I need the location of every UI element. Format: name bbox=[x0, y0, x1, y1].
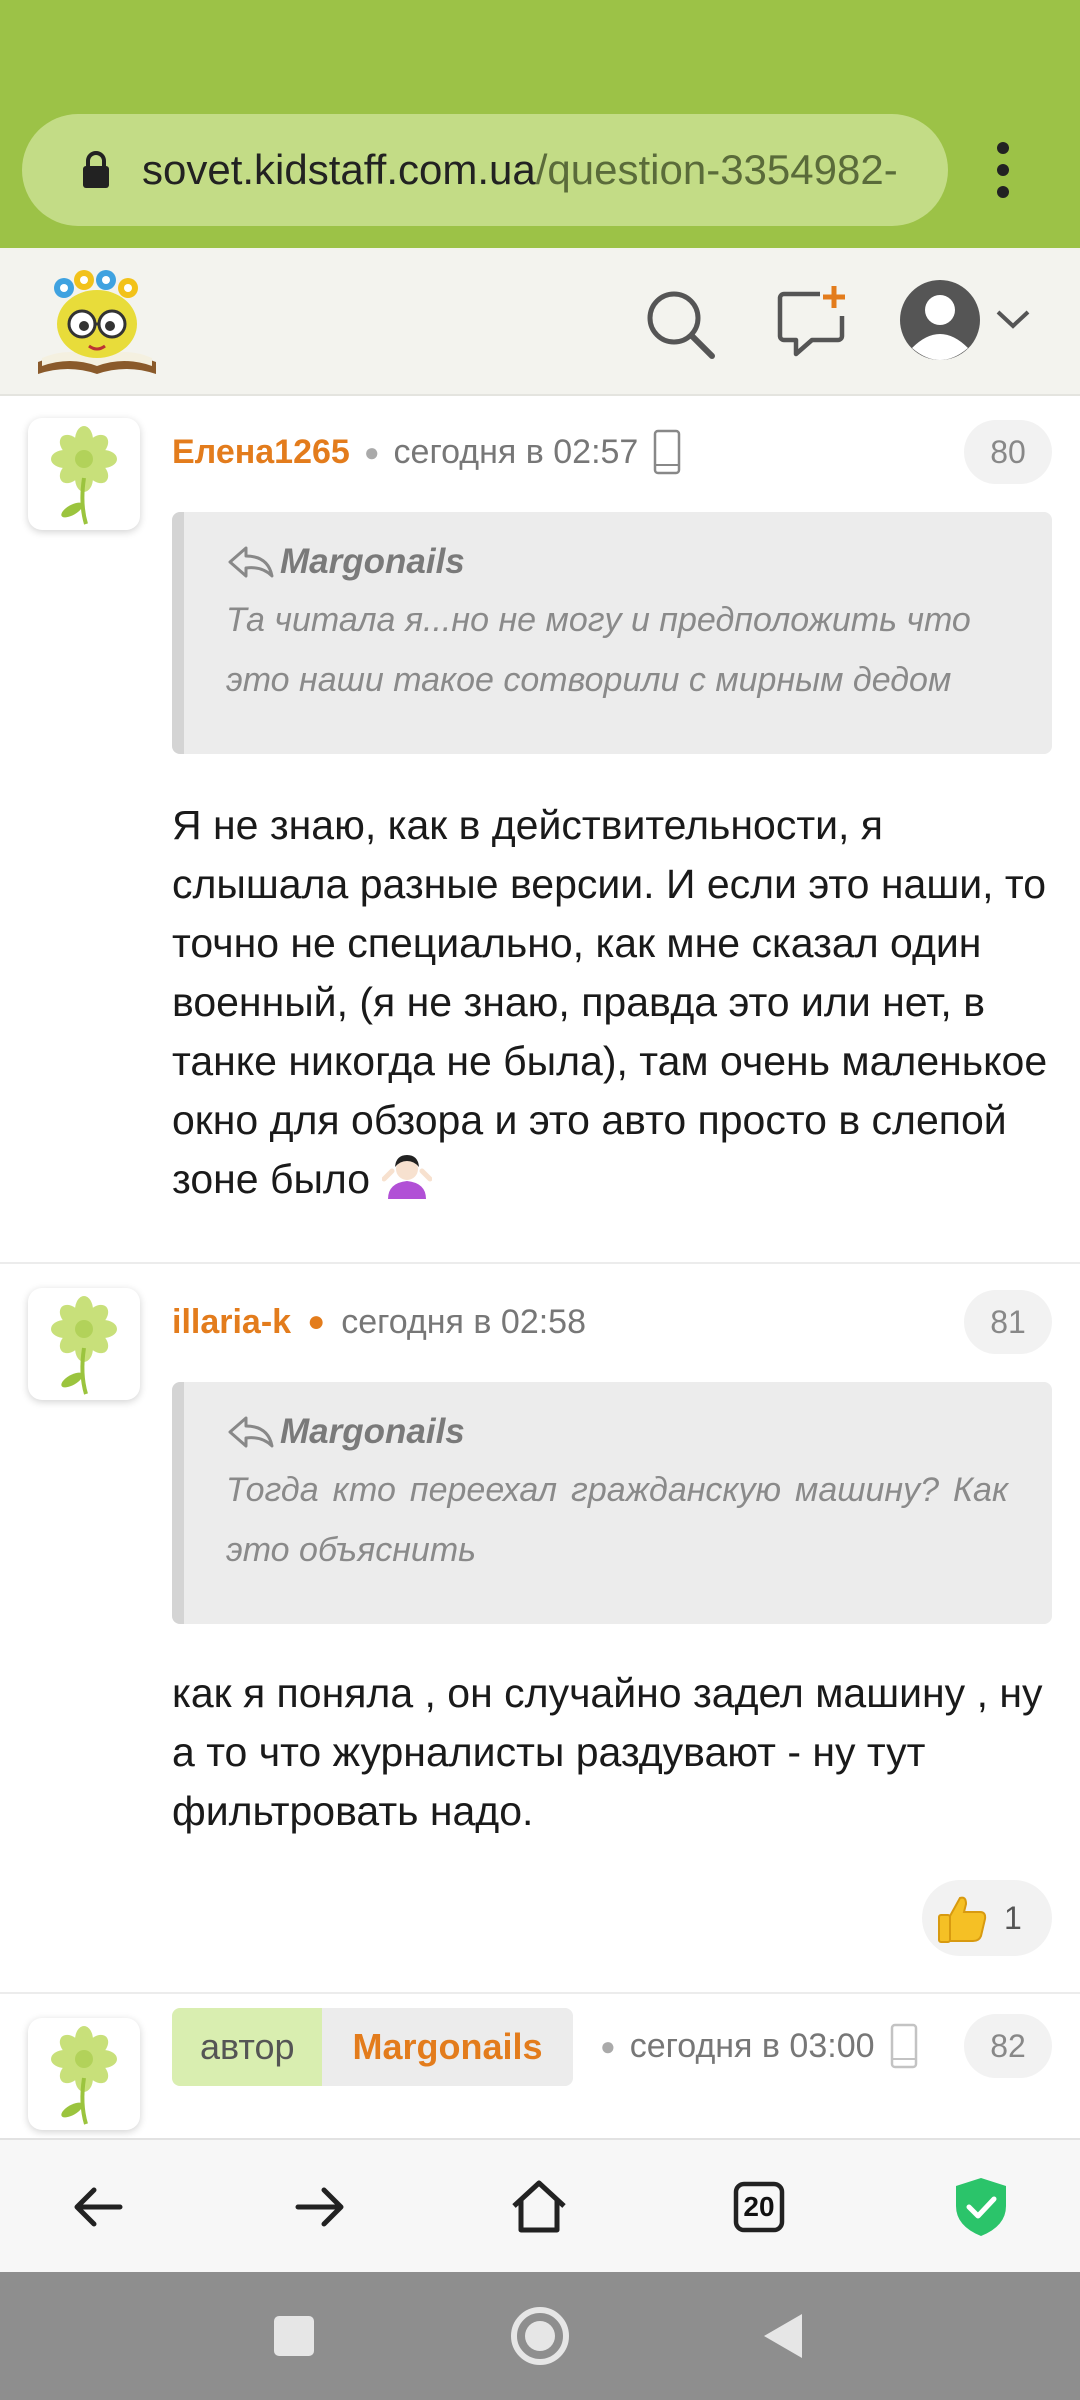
author-tag: автор Margonails bbox=[172, 2008, 573, 2086]
quote-author-name: Margonails bbox=[280, 1412, 465, 1451]
flower-icon bbox=[51, 2026, 117, 2125]
system-nav-bar bbox=[0, 2272, 1080, 2400]
author-label: автор bbox=[172, 2008, 323, 2086]
url-text: sovet.kidstaff.com.ua/question-3354982- bbox=[142, 114, 898, 226]
post-number[interactable]: 81 bbox=[964, 1290, 1052, 1354]
post-number[interactable]: 82 bbox=[964, 2014, 1052, 2078]
search-icon[interactable] bbox=[644, 288, 716, 360]
quote-author: Margonails bbox=[226, 1412, 1008, 1452]
url-domain: sovet.kidstaff.com.ua bbox=[142, 146, 536, 193]
tabs-button[interactable]: 20 bbox=[724, 2172, 794, 2242]
post-timestamp: сегодня в 02:57 bbox=[393, 432, 639, 471]
flower-icon bbox=[51, 426, 117, 525]
tabs-count: 20 bbox=[743, 2191, 775, 2222]
shield-icon[interactable] bbox=[946, 2172, 1016, 2242]
post-meta: illaria-k ● сегодня в 02:58 bbox=[172, 1292, 586, 1352]
avatar[interactable] bbox=[28, 2018, 140, 2130]
username-link[interactable]: Елена1265 bbox=[172, 433, 350, 472]
reply-icon bbox=[228, 1416, 274, 1448]
home-icon[interactable] bbox=[504, 2172, 574, 2242]
post-meta: Елена1265 ● сегодня в 02:57 bbox=[172, 422, 682, 482]
post-number[interactable]: 80 bbox=[964, 420, 1052, 484]
comment-post: illaria-k ● сегодня в 02:58 81 Margonail… bbox=[0, 1264, 1080, 1994]
comment-post: Елена1265 ● сегодня в 02:57 80 Margonail… bbox=[0, 398, 1080, 1264]
shrug-emoji-icon bbox=[381, 1155, 432, 1199]
separator-dot: ● bbox=[600, 2030, 616, 2061]
post-timestamp: сегодня в 02:58 bbox=[341, 1302, 586, 1341]
quote-block: Margonails Та читала я...но не могу и пр… bbox=[172, 512, 1052, 754]
quote-author: Margonails bbox=[226, 542, 1008, 582]
url-path: /question-3354982- bbox=[535, 146, 898, 193]
quote-text: Тогда кто переехал гражданскую машину? К… bbox=[226, 1471, 1008, 1569]
site-header bbox=[0, 248, 1080, 396]
post-body-text: Я не знаю, как в действительности, я слы… bbox=[172, 802, 1048, 1202]
mobile-device-icon bbox=[654, 429, 681, 475]
username-link[interactable]: illaria-k bbox=[172, 1303, 291, 1342]
separator-dot: ● bbox=[363, 436, 380, 467]
quote-author-name: Margonails bbox=[280, 542, 465, 581]
back-triangle-icon[interactable] bbox=[748, 2300, 820, 2372]
recent-apps-icon[interactable] bbox=[258, 2300, 330, 2372]
avatar[interactable] bbox=[28, 1288, 140, 1400]
post-body: как я поняла , он случайно задел машину … bbox=[172, 1670, 1043, 1834]
username-link[interactable]: Margonails bbox=[322, 2008, 573, 2086]
new-message-icon[interactable] bbox=[776, 282, 848, 360]
browser-bottom-nav: 20 bbox=[0, 2138, 1080, 2272]
like-count: 1 bbox=[1004, 1899, 1022, 1936]
user-menu[interactable] bbox=[898, 276, 1038, 366]
mobile-device-icon bbox=[890, 2023, 917, 2069]
home-circle-icon[interactable] bbox=[504, 2300, 576, 2372]
comment-post: автор Margonails ● сегодня в 03:00 82 bbox=[0, 1994, 1080, 2138]
browser-toolbar: sovet.kidstaff.com.ua/question-3354982- bbox=[0, 0, 1080, 248]
reply-icon bbox=[228, 546, 274, 578]
post-meta: ● сегодня в 03:00 bbox=[586, 2016, 919, 2076]
post-timestamp: сегодня в 03:00 bbox=[629, 2026, 875, 2065]
online-dot: ● bbox=[307, 1305, 326, 1338]
back-arrow-icon[interactable] bbox=[64, 2172, 134, 2242]
comments-list: Елена1265 ● сегодня в 02:57 80 Margonail… bbox=[0, 398, 1080, 2138]
avatar[interactable] bbox=[28, 418, 140, 530]
site-logo[interactable] bbox=[34, 266, 160, 378]
more-options-icon[interactable] bbox=[988, 140, 1018, 200]
like-button[interactable]: 1 bbox=[922, 1880, 1052, 1956]
quote-block: Margonails Тогда кто переехал гражданску… bbox=[172, 1382, 1052, 1624]
thumbs-up-icon bbox=[938, 1896, 987, 1943]
post-body: Я не знаю, как в действительности, я слы… bbox=[172, 796, 1062, 1209]
chevron-down-icon bbox=[996, 310, 1030, 329]
address-bar[interactable]: sovet.kidstaff.com.ua/question-3354982- bbox=[22, 114, 948, 226]
flower-icon bbox=[51, 1296, 117, 1395]
forward-arrow-icon[interactable] bbox=[284, 2172, 354, 2242]
lock-icon bbox=[83, 151, 109, 188]
quote-text: Та читала я...но не могу и предположить … bbox=[226, 601, 971, 699]
